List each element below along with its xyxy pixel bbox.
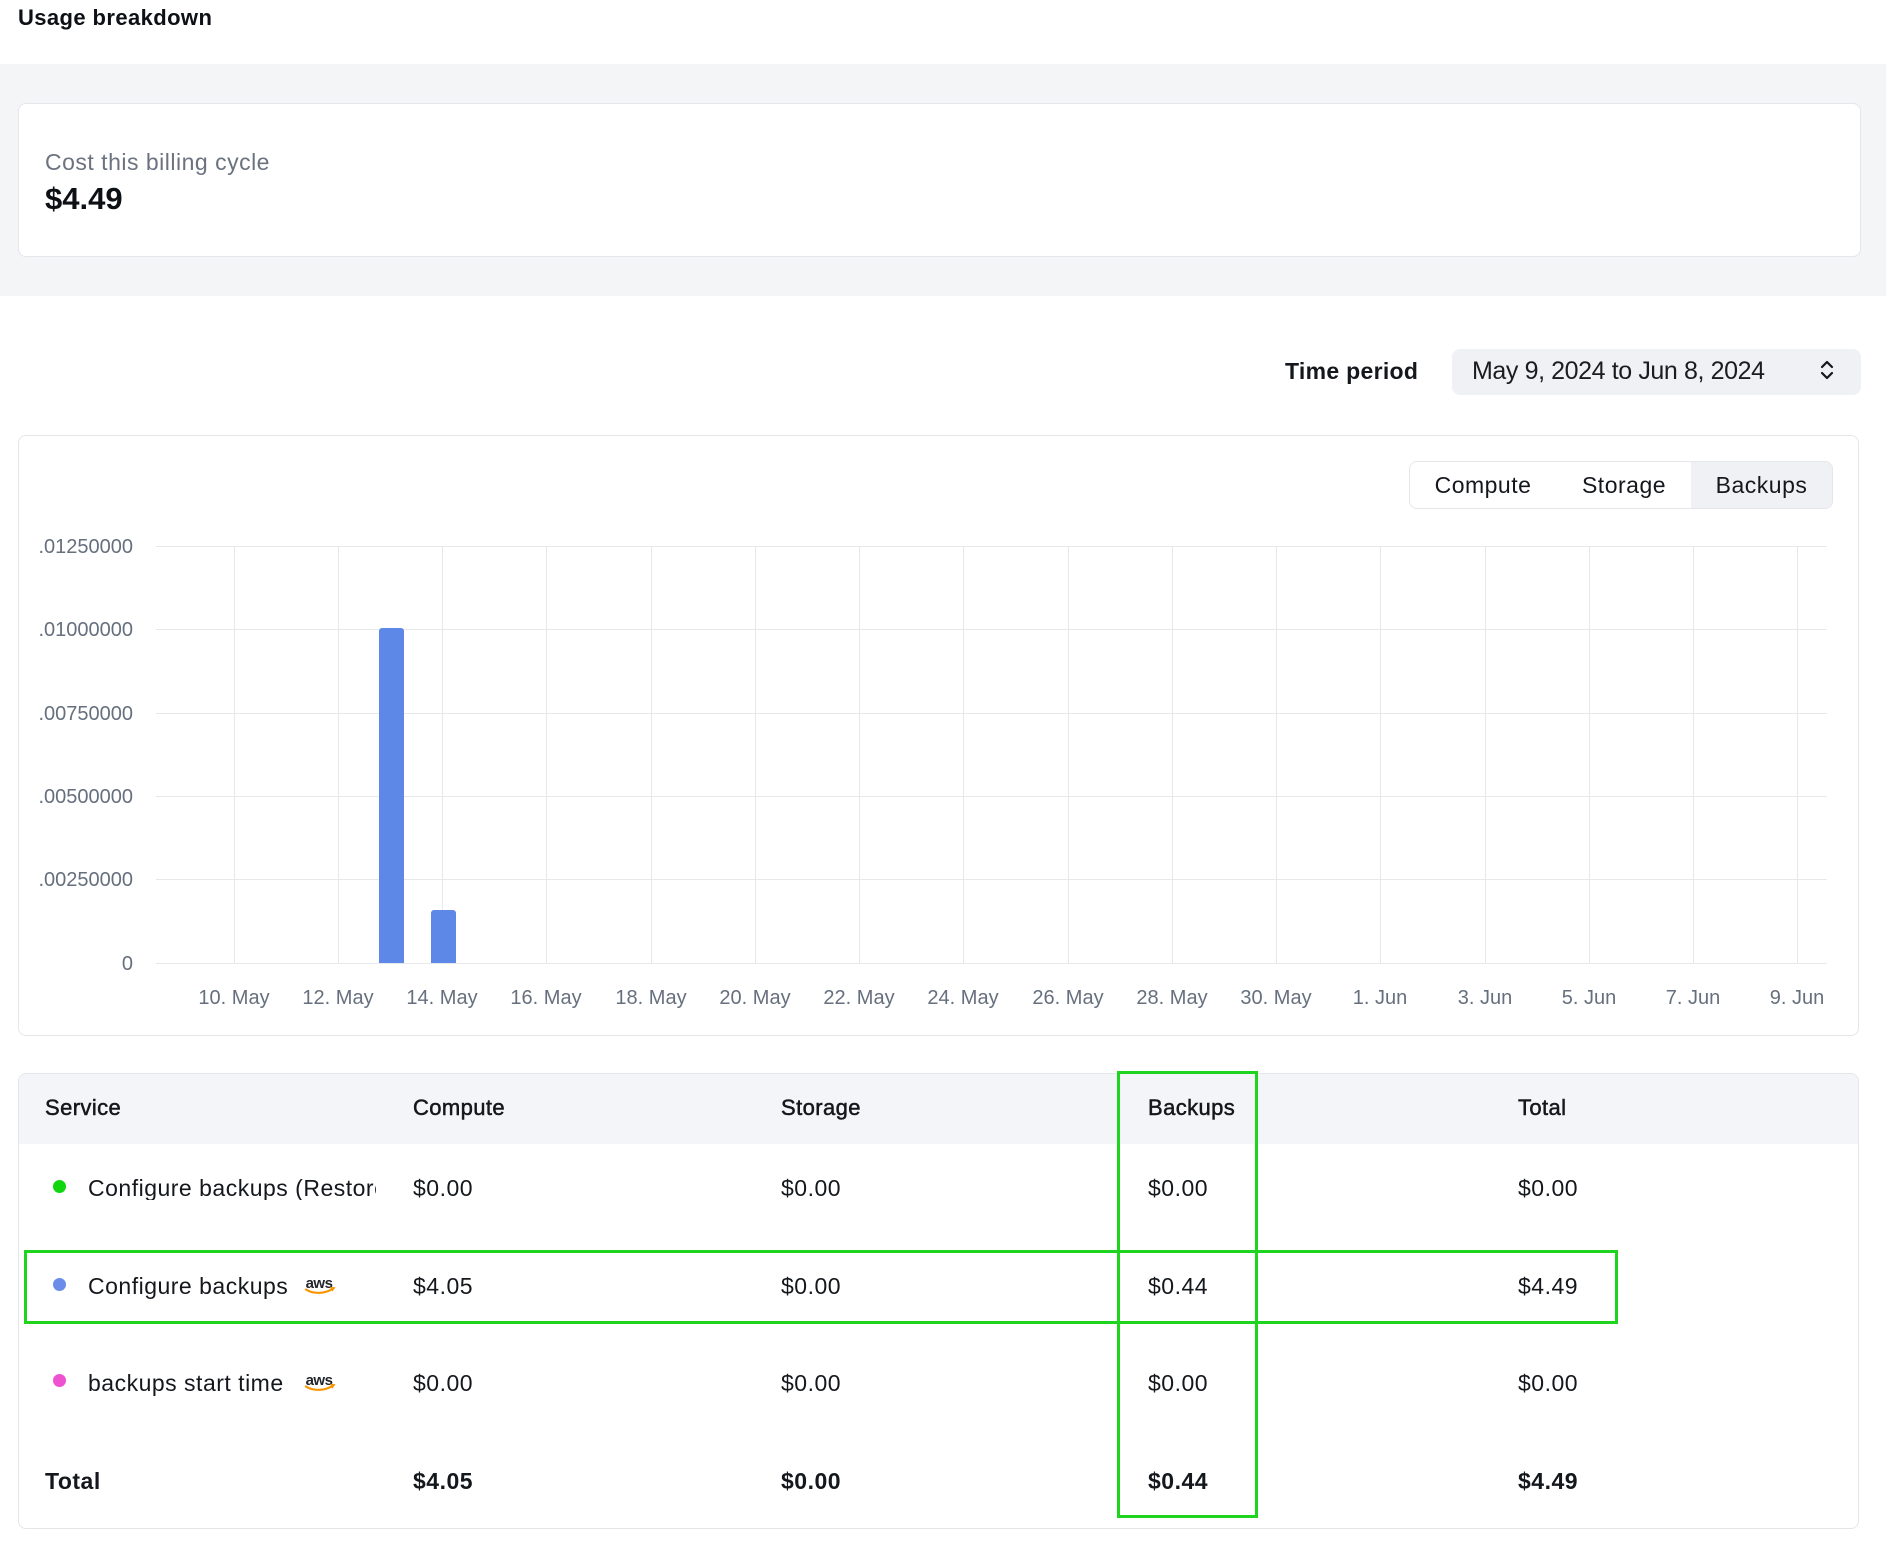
- svg-text:aws: aws: [306, 1372, 333, 1389]
